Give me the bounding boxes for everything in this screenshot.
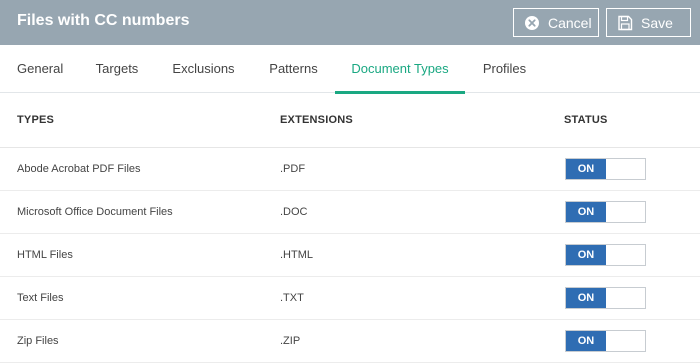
floppy-disk-icon [617,15,633,31]
row-type: Microsoft Office Document Files [17,206,173,218]
row-type: Zip Files [17,335,59,347]
status-toggle[interactable]: ON [565,201,646,223]
close-circle-icon [524,15,540,31]
document-types-table: TYPES EXTENSIONS STATUS Abode Acrobat PD… [0,94,700,363]
row-extension: .ZIP [280,335,301,347]
cancel-button-label: Cancel [548,14,592,31]
row-extension: .HTML [280,249,313,261]
table-header: TYPES EXTENSIONS STATUS [0,94,700,148]
cancel-button[interactable]: Cancel [513,8,599,37]
tab-exclusions[interactable]: Exclusions [172,45,235,93]
table-row: Abode Acrobat PDF Files .PDF ON [0,148,700,191]
tab-general[interactable]: General [17,45,63,93]
column-header-status[interactable]: STATUS [564,114,608,126]
status-toggle[interactable]: ON [565,244,646,266]
column-header-extensions[interactable]: EXTENSIONS [280,114,353,126]
table-row: Microsoft Office Document Files .DOC ON [0,191,700,234]
dialog-title: Files with CC numbers [17,12,190,29]
row-extension: .TXT [280,292,304,304]
status-toggle[interactable]: ON [565,158,646,180]
tab-patterns[interactable]: Patterns [269,45,318,93]
table-row: Zip Files .ZIP ON [0,320,700,363]
status-toggle[interactable]: ON [565,287,646,309]
column-header-types[interactable]: TYPES [17,114,54,126]
row-type: Text Files [17,292,64,304]
status-toggle-on: ON [566,159,606,179]
row-type: HTML Files [17,249,73,261]
save-button-label: Save [641,14,673,31]
status-toggle[interactable]: ON [565,330,646,352]
dialog-titlebar: Files with CC numbers Cancel Save [0,0,700,45]
status-toggle-on: ON [566,202,606,222]
status-toggle-on: ON [566,288,606,308]
tab-document-types[interactable]: Document Types [335,45,465,94]
status-toggle-on: ON [566,245,606,265]
tab-bar: General Targets Exclusions Patterns Docu… [0,45,700,94]
row-type: Abode Acrobat PDF Files [17,163,141,175]
tab-targets[interactable]: Targets [95,45,139,93]
status-toggle-on: ON [566,331,606,351]
table-row: HTML Files .HTML ON [0,234,700,277]
save-button[interactable]: Save [606,8,691,37]
row-extension: .DOC [280,206,308,218]
row-extension: .PDF [280,163,306,175]
table-row: Text Files .TXT ON [0,277,700,320]
tab-profiles[interactable]: Profiles [482,45,527,93]
